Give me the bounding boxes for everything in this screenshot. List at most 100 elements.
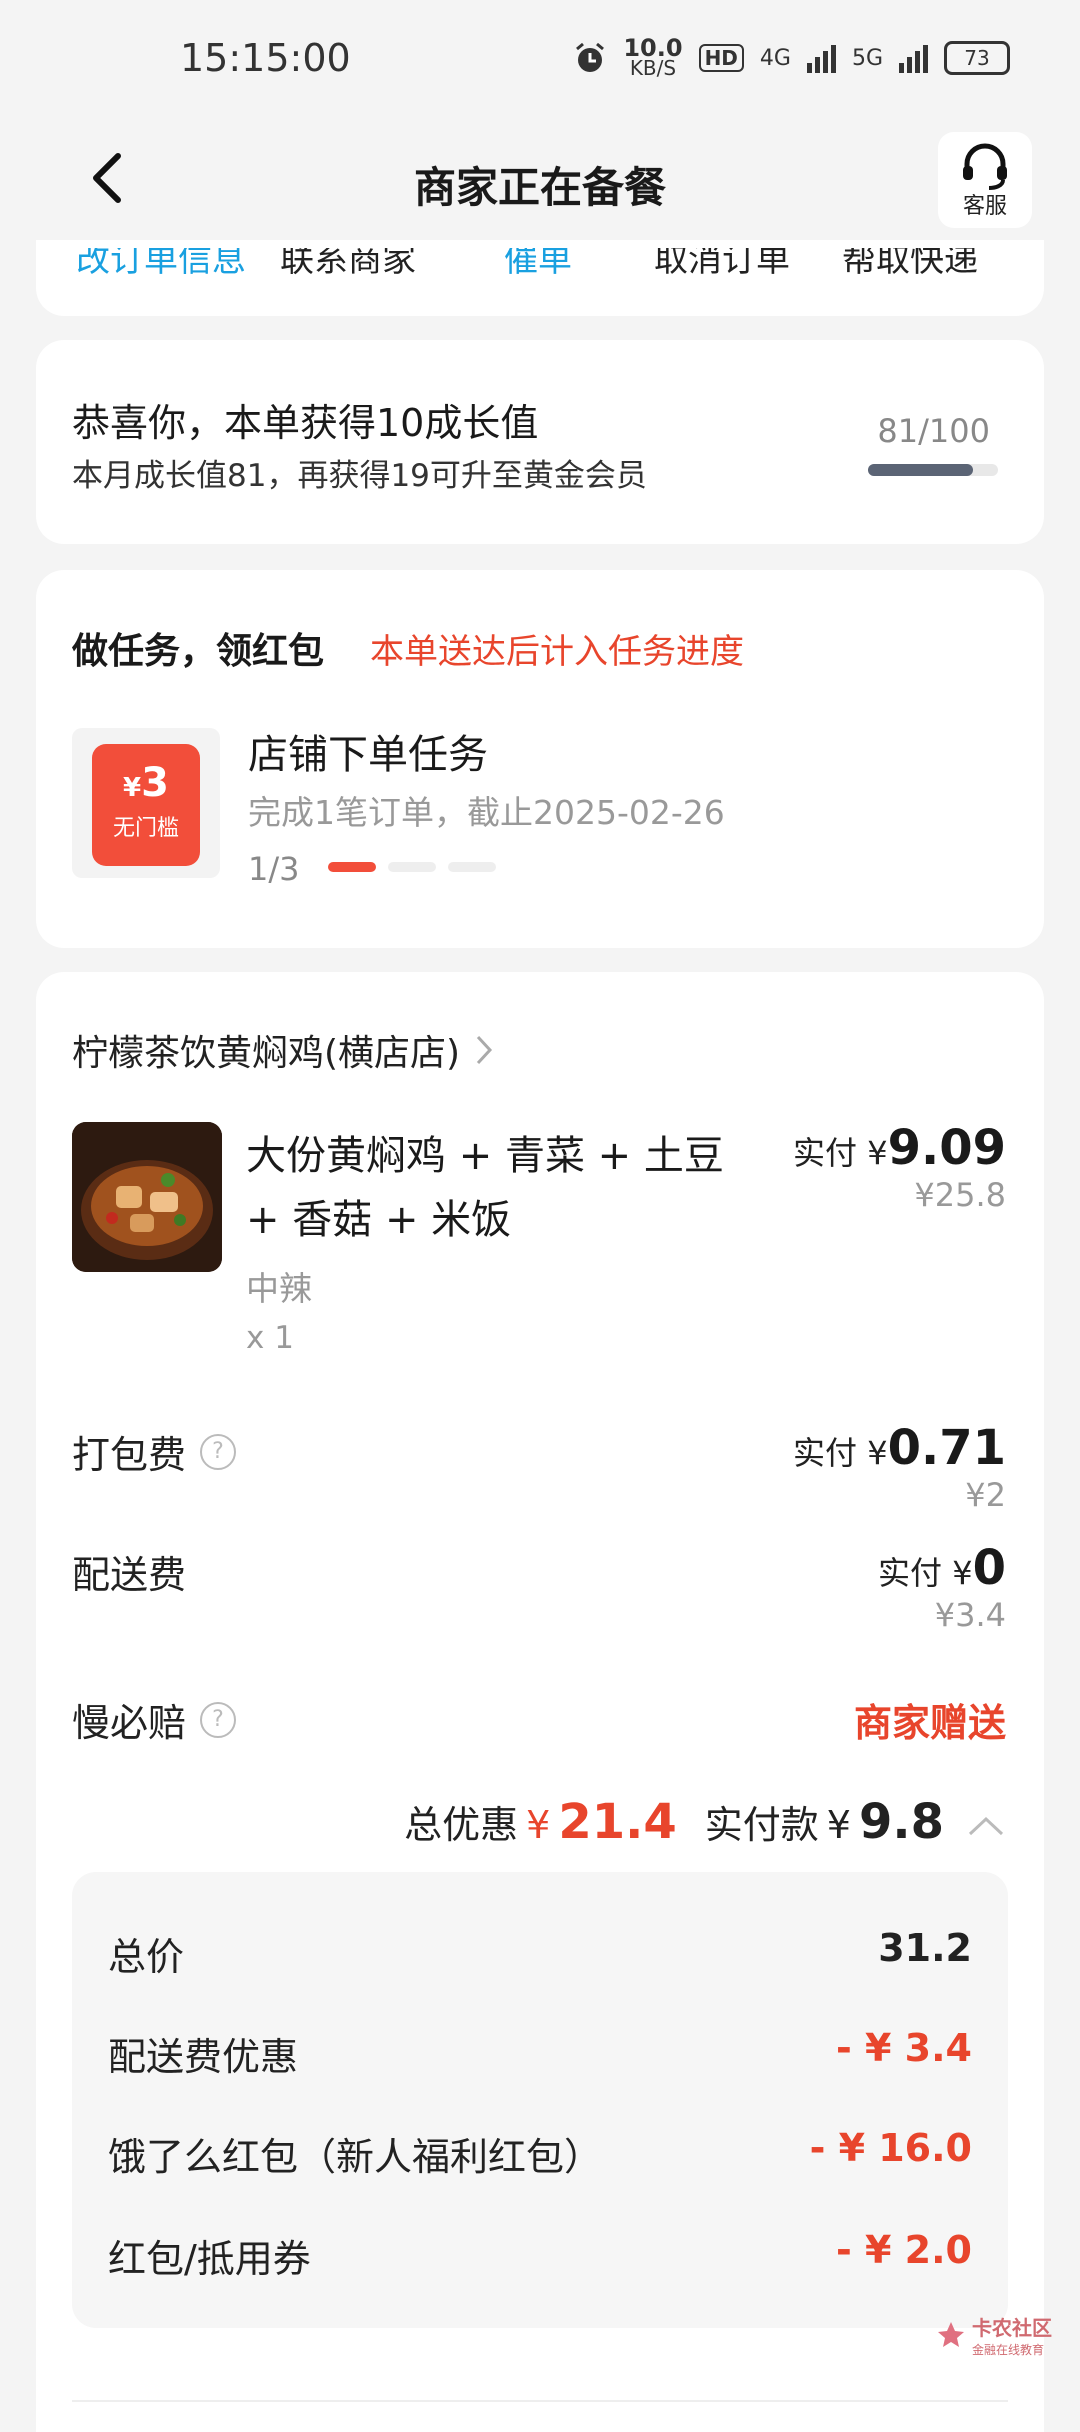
task-progress-dots [328,862,496,872]
action-urge-order[interactable]: 催单 [504,248,572,281]
task-name: 店铺下单任务 [248,732,488,778]
hd-icon: HD [698,44,744,72]
breakdown-value: - ¥ 16.0 [809,2126,972,2170]
action-cancel-order[interactable]: 取消订单 [654,248,790,281]
breakdown-row: 红包/抵用券 - ¥ 2.0 [108,2228,972,2283]
pack-fee-row: 打包费 ? [72,1424,237,1479]
actual-value: 9.8 [858,1794,944,1850]
delivery-orig-price: ¥3.4 [934,1596,1006,1634]
discount-symbol: ¥ [526,1803,551,1847]
order-actions-row: 改订单信息 联系商家 催单 取消订单 帮取快递 [36,248,1044,288]
breakdown-label: 饿了么红包（新人福利红包） [108,2135,603,2179]
item-spec: 中辣 [246,1269,312,1308]
pack-paid-label: 实付 ¥ [793,1434,888,1472]
progress-dot-active [328,862,376,872]
progress-dot [448,862,496,872]
order-actions-card: 改订单信息 联系商家 催单 取消订单 帮取快递 [36,240,1044,316]
delivery-fee-price: 实付 ¥0 ¥3.4 [878,1540,1006,1634]
merchant-gift: 商家赠送 [853,1701,1006,1745]
delivery-paid: 0 [972,1540,1006,1596]
item-name: 大份黄焖鸡 + 青菜 + 土豆 + 香菇 + 米饭 [246,1133,724,1243]
breakdown-row: 总价 31.2 [108,1926,972,1981]
divider [72,2400,1008,2402]
action-contact-merchant[interactable]: 联系商家 [280,248,416,281]
net-4g-label: 4G [759,45,791,71]
signal-icon-2 [899,43,928,73]
action-fetch-express[interactable]: 帮取快递 [842,248,978,281]
customer-service-button[interactable]: 客服 [938,132,1032,228]
order-totals[interactable]: 总优惠 ¥ 21.4 实付款 ¥ 9.8 [404,1794,1006,1850]
task-progress: 1/3 [248,850,300,888]
progress-dot [388,862,436,872]
growth-title: 恭喜你，本单获得10成长值 [72,401,539,445]
status-icons: 10.0 KB/S HD 4G 5G 73 [573,34,1010,80]
price-breakdown: 总价 31.2 配送费优惠 - ¥ 3.4 饿了么红包（新人福利红包） - ¥ … [72,1872,1008,2328]
discount-label: 总优惠 [404,1803,519,1847]
growth-progress-fill [868,464,974,476]
growth-progress-text: 81/100 [877,412,990,450]
top-nav: 商家正在备餐 客服 [0,120,1080,240]
breakdown-value: - ¥ 3.4 [836,2026,972,2070]
shop-name: 柠檬茶饮黄焖鸡(横店店) [72,1033,461,1074]
growth-card[interactable]: 恭喜你，本单获得10成长值 本月成长值81，再获得19可升至黄金会员 81/10… [36,340,1044,544]
breakdown-row: 饿了么红包（新人福利红包） - ¥ 16.0 [108,2126,972,2181]
delivery-fee-label: 配送费 [72,1553,187,1597]
shop-link[interactable]: 柠檬茶饮黄焖鸡(横店店) [72,1024,496,1076]
signal-icon [806,43,836,73]
discount-value: 21.4 [558,1794,677,1850]
pack-fee-label: 打包费 [72,1433,187,1477]
coupon-tag: 无门槛 [112,816,179,841]
item-qty: x 1 [246,1320,294,1356]
action-edit-order[interactable]: 改订单信息 [76,248,246,281]
chevron-up-icon[interactable] [966,1814,1006,1838]
item-price: 实付 ¥9.09 ¥25.8 [793,1120,1006,1214]
item-paid-label: 实付 ¥ [793,1134,888,1172]
slow-compensation-row: 慢必赔 ? [72,1692,237,1747]
chevron-right-icon [476,1035,493,1065]
pack-fee-price: 实付 ¥0.71 ¥2 [793,1420,1006,1514]
headset-icon [963,143,1007,190]
speed-value: 10.0 [623,34,683,62]
breakdown-value: - ¥ 2.0 [836,2228,972,2272]
item-paid: 9.09 [887,1120,1006,1176]
breakdown-value: 31.2 [878,1926,972,1970]
pack-orig-price: ¥2 [965,1476,1006,1514]
task-card: 做任务，领红包 本单送达后计入任务进度 ¥3 无门槛 店铺下单任务 完成1笔订单… [36,570,1044,948]
speed-unit: KB/S [629,56,677,80]
net-5g-label: 5G [851,45,883,71]
coupon-value: 3 [141,760,169,806]
delivery-fee-row: 配送费 [72,1544,186,1599]
help-icon[interactable]: ? [200,1701,237,1738]
item-orig-price: ¥25.8 [914,1176,1006,1214]
task-hint: 本单送达后计入任务进度 [370,632,744,672]
actual-symbol: ¥ [826,1803,851,1847]
watermark-title: 卡农社区 [972,2316,1052,2340]
delivery-paid-label: 实付 ¥ [878,1554,973,1592]
watermark: 卡农社区 金融在线教育 [936,2312,1052,2358]
coupon-badge: ¥3 无门槛 [72,728,220,878]
watermark-logo-icon [938,2322,964,2347]
actual-label: 实付款 [704,1803,819,1847]
watermark-sub: 金融在线教育 [972,2343,1045,2357]
status-time: 15:15:00 [180,36,351,80]
breakdown-label: 配送费优惠 [108,2035,299,2079]
breakdown-row: 配送费优惠 - ¥ 3.4 [108,2026,972,2081]
breakdown-label: 红包/抵用券 [108,2237,311,2281]
pack-paid: 0.71 [887,1420,1006,1476]
battery-icon: 73 [944,41,1010,75]
growth-progress-bar [868,464,998,476]
breakdown-label: 总价 [108,1935,185,1979]
task-heading: 做任务，领红包 [72,631,325,672]
help-icon[interactable]: ? [200,1433,237,1470]
growth-subtitle: 本月成长值81，再获得19可升至黄金会员 [72,458,647,494]
food-image [72,1122,222,1272]
coupon-symbol: ¥ [123,773,142,803]
order-card: 柠檬茶饮黄焖鸡(横店店) 大份黄焖鸡 + 青菜 + 土豆 + 香菇 + 米饭 中… [36,972,1044,2432]
status-bar: 15:15:00 10.0 KB/S HD 4G 5G 73 [0,0,1080,120]
page-title: 商家正在备餐 [413,163,666,212]
alarm-icon [576,42,605,72]
task-desc: 完成1笔订单，截止2025-02-26 [248,793,725,832]
slow-compensation-label: 慢必赔 [72,1701,187,1745]
coupon-ticket: ¥3 无门槛 [92,744,200,866]
customer-service-label: 客服 [962,194,1007,219]
